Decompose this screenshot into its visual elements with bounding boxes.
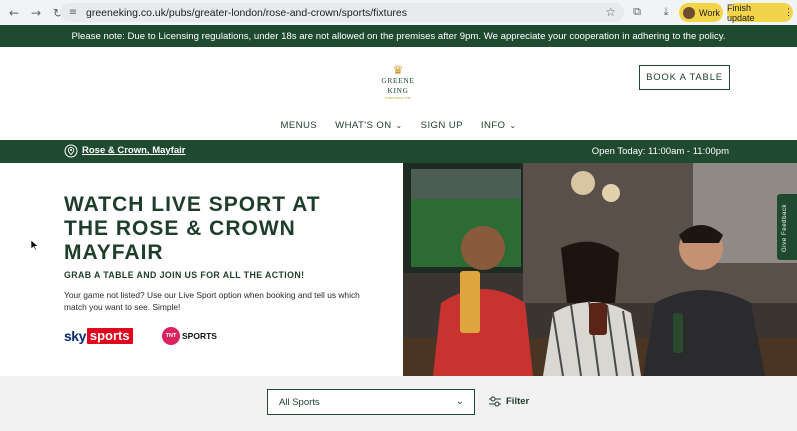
main-nav: MENUS WHAT'S ON ⌄ SIGN UP INFO ⌄ (0, 120, 797, 131)
browser-toolbar: ← → ↻ ≡ greeneking.co.uk/pubs/greater-lo… (0, 0, 797, 25)
filter-button[interactable]: Filter (489, 396, 529, 407)
extensions-icon[interactable]: ⧉ (630, 5, 644, 19)
map-pin-icon (64, 144, 78, 158)
address-bar[interactable]: ≡ greeneking.co.uk/pubs/greater-london/r… (60, 3, 624, 22)
licensing-notice: Please note: Due to Licensing regulation… (0, 25, 797, 47)
opening-hours: Open Today: 11:00am - 11:00pm (591, 146, 729, 157)
site-header: ♛ GREENE KING PUBS SINCE 1799 BOOK A TAB… (0, 47, 797, 140)
greene-king-logo[interactable]: ♛ GREENE KING PUBS SINCE 1799 (371, 64, 425, 100)
hero-subtitle: GRAB A TABLE AND JOIN US FOR ALL THE ACT… (64, 270, 305, 280)
book-a-table-button[interactable]: BOOK A TABLE (639, 65, 730, 90)
sky-sports-badge: sports (86, 328, 133, 344)
url-text[interactable]: greeneking.co.uk/pubs/greater-london/ros… (86, 7, 407, 19)
nav-item-info[interactable]: INFO ⌄ (481, 120, 517, 131)
hero-body: Your game not listed? Use our Live Sport… (64, 290, 360, 312)
download-icon[interactable]: ⤓ (659, 5, 673, 19)
update-label: Finish update (727, 2, 755, 23)
sky-sports-logo: sky sports (64, 328, 133, 344)
sport-select-value: All Sports (279, 396, 320, 408)
nav-label: INFO (480, 120, 506, 131)
avatar (683, 6, 695, 19)
feedback-label: Give Feedback (782, 203, 788, 252)
nav-item-whats-on[interactable]: WHAT'S ON ⌄ (335, 120, 403, 131)
tnt-label: SPORTS (182, 331, 217, 341)
sky-logo-text: sky (64, 328, 86, 344)
pub-location-link[interactable]: Rose & Crown, Mayfair (82, 145, 185, 156)
finish-update-button[interactable]: Finish update ⋮ (727, 2, 793, 23)
bookmark-star-icon[interactable]: ☆ (605, 5, 616, 19)
page-title: WATCH LIVE SPORT AT THE ROSE & CROWN MAY… (64, 193, 321, 264)
filter-label: Filter (506, 396, 530, 407)
nav-item-sign-up[interactable]: SIGN UP (421, 120, 463, 131)
give-feedback-tab[interactable]: Give Feedback (777, 194, 797, 260)
sliders-icon (489, 396, 501, 407)
back-icon[interactable]: ← (6, 5, 22, 21)
forward-icon[interactable]: → (28, 5, 44, 21)
profile-button[interactable]: Work (679, 3, 723, 22)
nav-label: SIGN UP (420, 120, 463, 131)
tnt-sports-logo: TNT SPORTS (162, 327, 217, 345)
hero-photo (403, 163, 797, 376)
nav-label: MENUS (280, 120, 318, 131)
crown-icon: ♛ (392, 63, 404, 77)
chevron-down-icon: ⌄ (509, 121, 517, 130)
mouse-cursor (30, 239, 39, 251)
chevron-down-icon: ⌄ (455, 396, 464, 407)
nav-label: WHAT'S ON (335, 120, 392, 131)
site-settings-icon[interactable]: ≡ (66, 6, 80, 20)
logo-name: GREENE KING (381, 76, 415, 95)
chevron-down-icon: ⌄ (395, 121, 403, 130)
fixtures-filter-bar: All Sports ⌄ Filter (0, 376, 797, 431)
nav-item-menus[interactable]: MENUS (280, 120, 317, 131)
hero-text-panel: WATCH LIVE SPORT AT THE ROSE & CROWN MAY… (0, 163, 403, 376)
sport-select[interactable]: All Sports ⌄ (267, 389, 475, 415)
location-bar: Rose & Crown, Mayfair Open Today: 11:00a… (0, 140, 797, 163)
profile-label: Work (699, 7, 720, 18)
logo-tag: PUBS SINCE 1799 (385, 96, 411, 100)
more-icon: ⋮ (784, 7, 793, 17)
notice-text: Please note: Due to Licensing regulation… (71, 30, 726, 42)
tnt-badge: TNT (162, 327, 180, 345)
